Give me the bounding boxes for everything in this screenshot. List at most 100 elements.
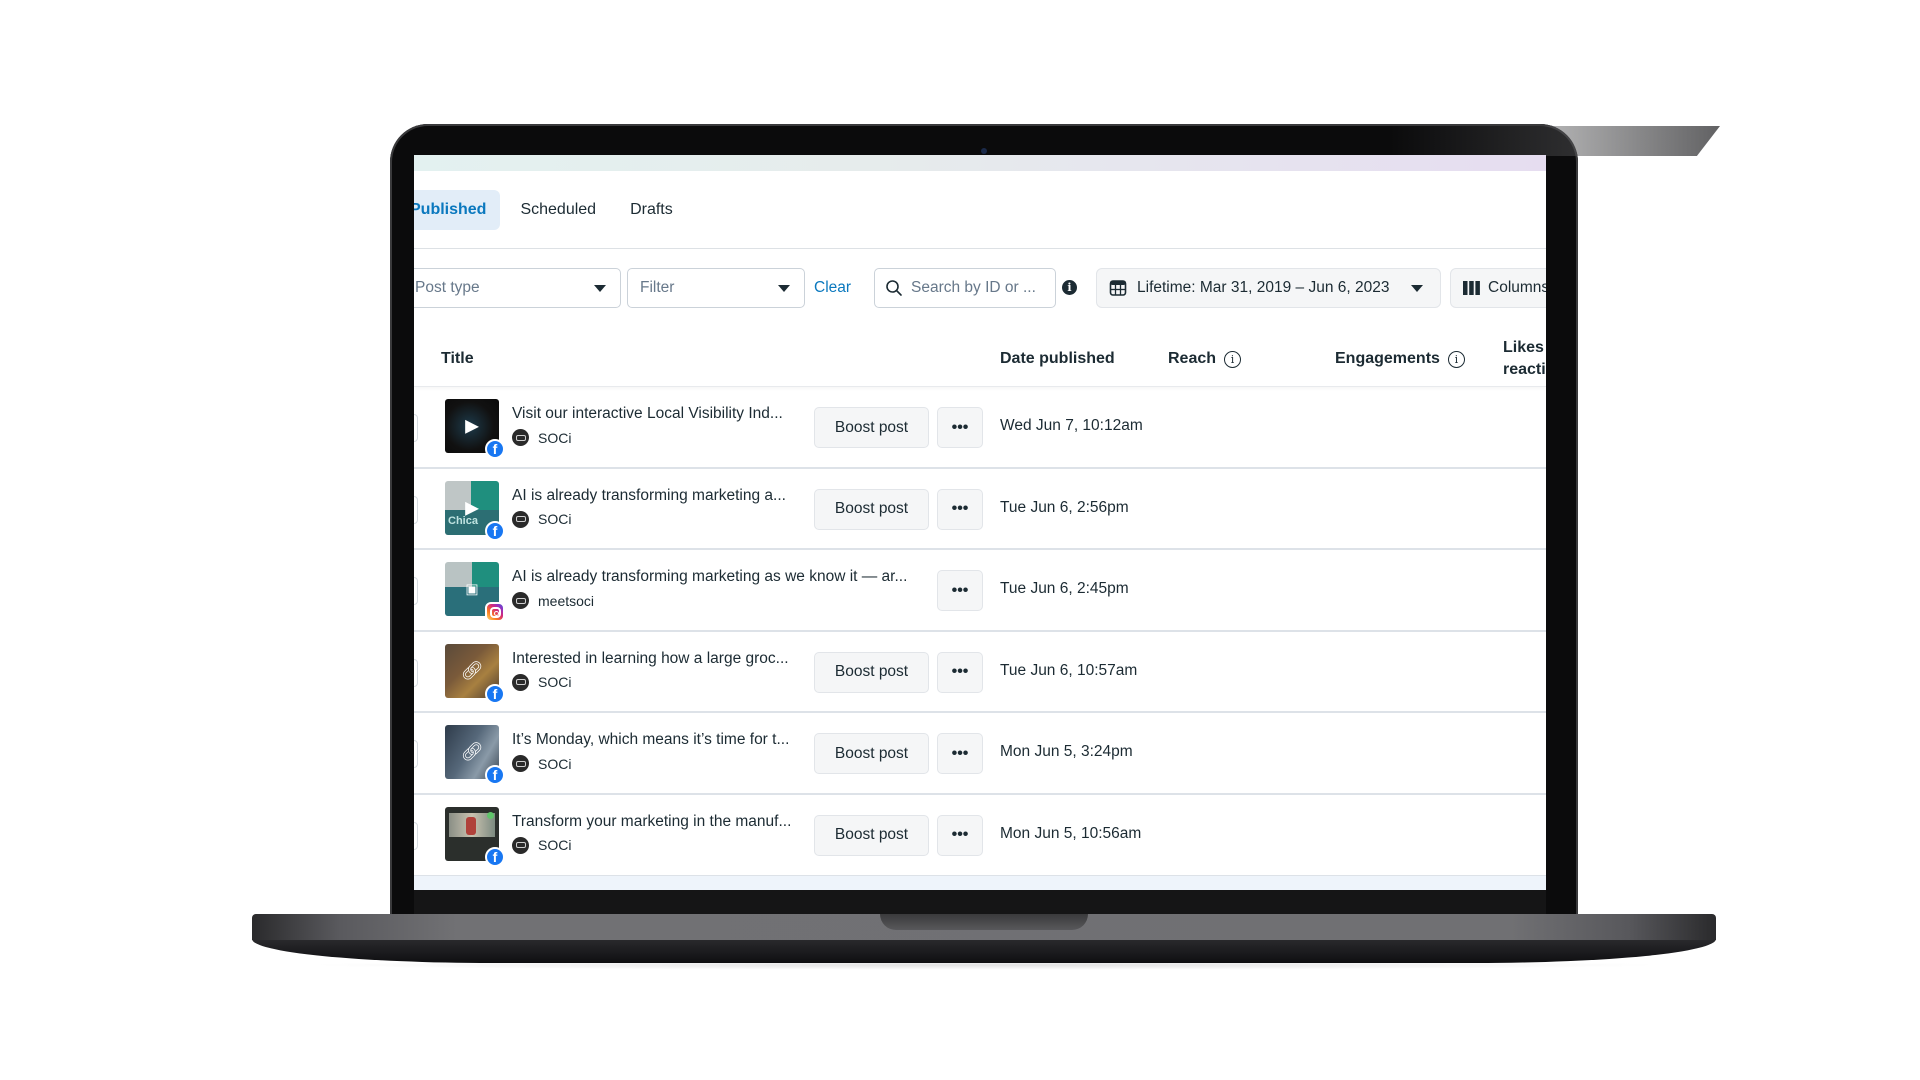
link-icon: 🔗︎ (460, 741, 484, 762)
laptop-base-bottom (252, 939, 1716, 963)
laptop-mockup: Published Scheduled Drafts Post type Fil… (0, 0, 1920, 1080)
row-checkbox[interactable] (414, 658, 418, 687)
tab-published[interactable]: Published (414, 190, 501, 230)
columns-icon (1463, 281, 1480, 295)
row-checkbox[interactable] (414, 414, 418, 442)
post-title[interactable]: Visit our interactive Local Visibility I… (512, 405, 783, 423)
account-name: SOCi (538, 674, 572, 691)
post-account: SOCi (512, 429, 571, 446)
more-options-button[interactable]: ••• (937, 488, 983, 530)
post-tabs: Published Scheduled Drafts (414, 190, 687, 230)
caret-down-icon (1411, 284, 1424, 292)
post-thumbnail[interactable]: ▶ f (445, 399, 505, 459)
post-thumbnail[interactable]: 🔗︎ f (445, 643, 505, 704)
facebook-icon: f (485, 683, 505, 704)
boost-post-button[interactable]: Boost post (814, 651, 929, 693)
filter-select[interactable]: Filter (627, 268, 805, 308)
post-thumbnail[interactable]: ▣ (445, 562, 505, 623)
info-icon[interactable]: i (1224, 350, 1242, 368)
post-account: SOCi (512, 510, 572, 528)
account-avatar (512, 592, 529, 610)
date-published: Mon Jun 5, 10:56am (1000, 824, 1142, 842)
boost-post-button[interactable]: Boost post (814, 488, 929, 530)
row-checkbox[interactable] (414, 495, 418, 524)
row-checkbox[interactable] (414, 821, 418, 850)
search-input[interactable] (911, 279, 1041, 297)
post-title[interactable]: It’s Monday, which means it’s time for t… (512, 731, 789, 749)
laptop-opening-notch (880, 914, 1088, 930)
caret-down-icon (594, 285, 606, 292)
column-header-reach-label: Reach (1168, 350, 1217, 367)
post-thumbnail[interactable]: 🔗︎ f (445, 725, 505, 786)
post-title[interactable]: AI is already transforming marketing a..… (512, 487, 786, 505)
account-name: SOCi (538, 511, 572, 528)
boost-post-button[interactable]: Boost post (814, 407, 929, 448)
clear-filters-link[interactable]: Clear (814, 268, 851, 308)
post-account: meetsoci (512, 592, 594, 610)
post-title[interactable]: Transform your marketing in the manuf... (512, 813, 791, 831)
facebook-icon: f (485, 846, 505, 867)
search-icon (886, 280, 902, 296)
boost-post-button[interactable]: Boost post (814, 733, 929, 775)
table-row[interactable]: f Transform your marketing in the manuf.… (414, 795, 1546, 877)
column-header-title[interactable]: Title (441, 331, 474, 387)
info-icon[interactable]: i (1447, 350, 1465, 368)
boost-post-button[interactable]: Boost post (814, 814, 929, 856)
instagram-icon (485, 602, 505, 623)
columns-label: Columns (1488, 279, 1546, 296)
tab-scheduled[interactable]: Scheduled (506, 190, 610, 230)
play-icon: ▶ (465, 415, 479, 436)
facebook-icon: f (485, 520, 505, 541)
more-options-button[interactable]: ••• (937, 651, 983, 693)
row-checkbox[interactable] (414, 577, 418, 606)
facebook-icon: f (485, 439, 505, 459)
post-type-select[interactable]: Post type (414, 268, 621, 308)
column-header-date-published[interactable]: Date published (1000, 331, 1115, 387)
row-checkbox[interactable] (414, 740, 418, 769)
account-avatar (512, 836, 529, 854)
column-header-reach[interactable]: Reach i (1168, 331, 1242, 387)
date-published: Wed Jun 7, 10:12am (1000, 417, 1143, 434)
tab-drafts[interactable]: Drafts (616, 190, 687, 230)
search-box (874, 268, 1056, 308)
account-avatar (512, 755, 529, 773)
columns-button[interactable]: Columns (1450, 268, 1546, 308)
post-account: SOCi (512, 755, 572, 773)
post-type-label: Post type (415, 279, 480, 296)
post-account: SOCi (512, 673, 572, 691)
post-title[interactable]: Interested in learning how a large groc.… (512, 650, 789, 668)
more-options-button[interactable]: ••• (937, 407, 983, 448)
column-header-likes-label: Likes (1503, 339, 1544, 356)
column-header-likes-reactions[interactable]: Likes reactions (1503, 331, 1546, 387)
calendar-icon (1109, 280, 1127, 296)
more-options-button[interactable]: ••• (937, 814, 983, 856)
link-icon: 🔗︎ (460, 660, 484, 681)
info-icon[interactable]: i (1062, 280, 1077, 295)
table-row[interactable]: ▶ f Visit our interactive Local Visibili… (414, 387, 1546, 469)
table-row[interactable]: 🔗︎ f It’s Monday, which means it’s time … (414, 713, 1546, 795)
posts-table-body: ▶ f Visit our interactive Local Visibili… (414, 387, 1546, 877)
column-header-engagements-label: Engagements (1335, 350, 1440, 367)
date-published: Tue Jun 6, 2:45pm (1000, 580, 1129, 598)
column-header-engagements[interactable]: Engagements i (1335, 331, 1465, 387)
post-title[interactable]: AI is already transforming marketing as … (512, 568, 907, 586)
column-header-reactions-label: reactions (1503, 361, 1546, 378)
more-options-button[interactable]: ••• (937, 570, 983, 612)
table-row[interactable]: 🔗︎ f Interested in learning how a large … (414, 632, 1546, 714)
table-row[interactable]: ▣ AI is already transforming marketing a… (414, 550, 1546, 632)
date-published: Tue Jun 6, 2:56pm (1000, 498, 1129, 516)
post-thumbnail[interactable]: Chica ▶ f (445, 480, 505, 541)
facebook-icon: f (485, 765, 505, 786)
table-header: Title Date published Reach i Engagements i… (414, 331, 1546, 387)
account-avatar (512, 673, 529, 691)
more-options-button[interactable]: ••• (937, 733, 983, 775)
column-header-date-label: Date published (1000, 350, 1115, 367)
laptop-bottom-bezel (414, 890, 1546, 915)
account-avatar (512, 429, 529, 446)
date-published: Tue Jun 6, 10:57am (1000, 661, 1138, 679)
date-range-button[interactable]: Lifetime: Mar 31, 2019 – Jun 6, 2023 (1096, 268, 1441, 308)
table-row[interactable]: Chica ▶ f AI is already transforming mar… (414, 469, 1546, 551)
date-range-label: Lifetime: Mar 31, 2019 – Jun 6, 2023 (1137, 279, 1390, 296)
account-name: SOCi (538, 755, 572, 772)
post-thumbnail[interactable]: f (445, 806, 505, 867)
